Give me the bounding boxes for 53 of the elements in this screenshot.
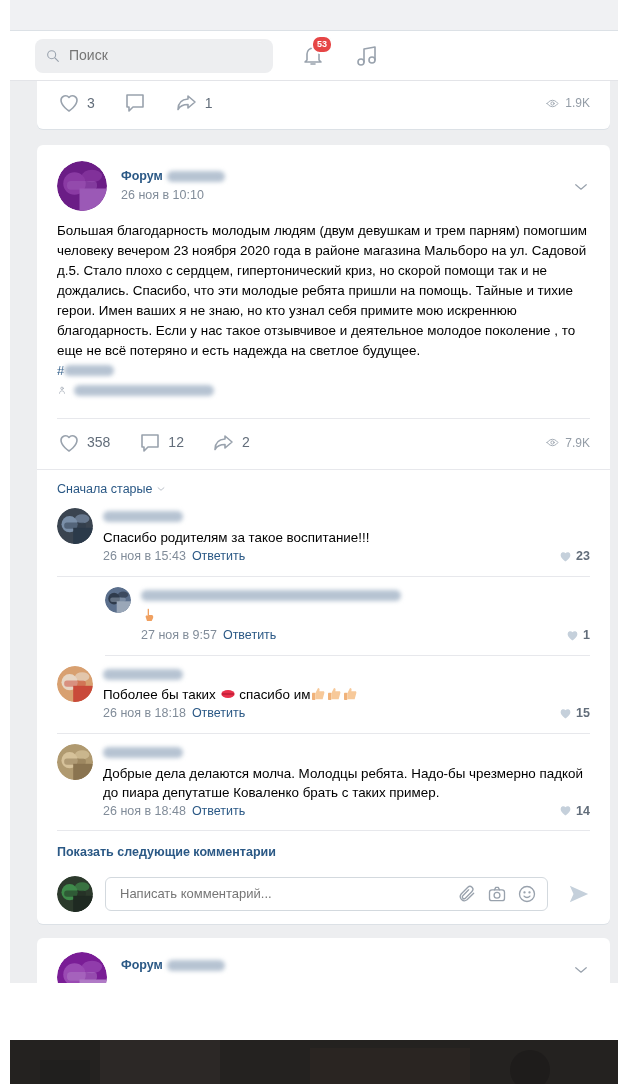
like-button[interactable]: 3 bbox=[57, 91, 95, 115]
comment-button[interactable]: 12 bbox=[138, 430, 184, 455]
camera-icon[interactable] bbox=[487, 884, 507, 904]
hashtag-link[interactable]: # bbox=[57, 361, 65, 381]
heart-icon bbox=[559, 707, 573, 721]
thumbs-up-emoji bbox=[310, 686, 327, 703]
comment-time[interactable]: 26 ноя в 18:18 bbox=[103, 704, 186, 723]
view-count: 1.9K bbox=[546, 94, 590, 112]
heart-icon bbox=[566, 628, 580, 642]
heart-icon bbox=[559, 804, 573, 818]
music-icon[interactable] bbox=[355, 43, 379, 68]
sort-link[interactable]: Сначала старые bbox=[57, 479, 153, 499]
search-icon bbox=[45, 47, 61, 64]
comment-text: Добрые дела делаются молча. Молодцы ребята. Надо-бы чрезмерно падкой до пиара депутатше Коваленко брать с таких пример. bbox=[103, 764, 584, 802]
send-icon[interactable] bbox=[568, 883, 590, 905]
notification-count: 53 bbox=[311, 34, 333, 54]
comment-time[interactable]: 26 ноя в 18:48 bbox=[103, 801, 186, 821]
blurred-text bbox=[166, 959, 225, 971]
post-time[interactable]: 26 ноя в 10:10 bbox=[121, 186, 558, 205]
comment-box[interactable]: Написать комментарий... bbox=[105, 877, 548, 911]
like-button[interactable]: 23 bbox=[559, 546, 590, 566]
reply-link[interactable]: Ответить bbox=[191, 546, 246, 566]
paperclip-icon[interactable] bbox=[457, 884, 477, 904]
comment-text: Спасибо родителям за такое воспитание!!! bbox=[103, 528, 371, 547]
comment-time[interactable]: 26 ноя в 15:43 bbox=[103, 546, 186, 566]
reply-link[interactable]: Ответить bbox=[191, 801, 246, 821]
reply-link[interactable]: Ответить bbox=[191, 704, 246, 723]
post-text: Большая благодарность молодым людям (двум девушкам и трем парням) помогшим человеку вечером 23 ноября 2020 года в районе магазина Мальборо на ул. Садовой д.5. Стало плохо с сердцем, гипертонический криз, но скорой помощи так и не дождались. Спасибо, что эти молодые ребята пришли на помощь. Тайные и тихие герои. Имен ваших я не знаю, но кто узнал себя примите мою искреннюю благодарность. Если у нас такое отзывчивое и деятельное молодое поколение , то еще не всё потеряно и есть надежда на светлое будущее. bbox=[57, 222, 589, 360]
like-button[interactable]: 14 bbox=[559, 801, 590, 821]
thumbs-up-emoji bbox=[342, 686, 359, 703]
smiley-icon[interactable] bbox=[517, 884, 537, 904]
reply-link[interactable]: Ответить bbox=[222, 626, 277, 645]
blurred-text bbox=[166, 171, 225, 183]
comment-time[interactable]: 27 ноя в 9:57 bbox=[141, 626, 217, 645]
thumbs-up-emoji bbox=[326, 686, 343, 703]
author-name[interactable]: Форум bbox=[121, 956, 163, 975]
blurred-text bbox=[64, 365, 115, 377]
share-button[interactable]: 1 bbox=[174, 91, 213, 115]
view-count: 7.9K bbox=[546, 433, 590, 452]
more-comments-link[interactable]: Показать следующие комментарии bbox=[57, 843, 276, 862]
eye-icon bbox=[546, 436, 560, 449]
user-icon bbox=[57, 385, 67, 395]
notification-button[interactable]: 53 bbox=[301, 34, 341, 69]
author-name[interactable]: Форум bbox=[121, 167, 163, 186]
share-button[interactable]: 2 bbox=[211, 430, 250, 455]
like-button[interactable]: 15 bbox=[559, 704, 590, 723]
search-field[interactable]: Поиск bbox=[67, 44, 257, 67]
comment-input[interactable]: Написать комментарий... bbox=[118, 883, 447, 905]
search-bar[interactable]: Поиск bbox=[35, 38, 273, 73]
heart-icon bbox=[559, 549, 573, 563]
like-button[interactable]: 358 bbox=[57, 430, 111, 455]
comment-text: Поболее бы таких спасибо им bbox=[103, 685, 590, 705]
like-button[interactable]: 1 bbox=[566, 626, 590, 645]
